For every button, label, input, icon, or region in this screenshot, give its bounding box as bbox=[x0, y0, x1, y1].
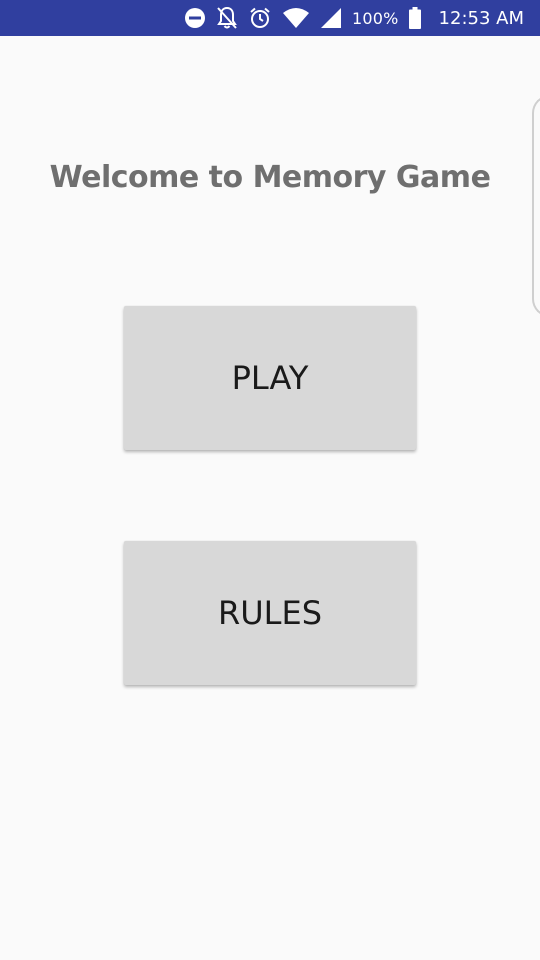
battery-icon bbox=[408, 0, 421, 36]
status-time: 12:53 AM bbox=[438, 7, 524, 29]
do-not-disturb-icon bbox=[184, 0, 206, 36]
status-bar: 100% 12:53 AM bbox=[0, 0, 540, 36]
rules-button[interactable]: RULES bbox=[124, 541, 416, 685]
play-button[interactable]: PLAY bbox=[124, 306, 416, 450]
wifi-icon bbox=[282, 0, 310, 36]
status-icons: 100% 12:53 AM bbox=[184, 0, 524, 36]
signal-icon bbox=[320, 0, 342, 36]
notifications-off-icon bbox=[216, 0, 238, 36]
battery-percentage: 100% bbox=[352, 8, 399, 28]
page-title: Welcome to Memory Game bbox=[49, 160, 491, 195]
alarm-icon bbox=[248, 0, 272, 36]
edge-panel-handle[interactable] bbox=[532, 95, 540, 317]
